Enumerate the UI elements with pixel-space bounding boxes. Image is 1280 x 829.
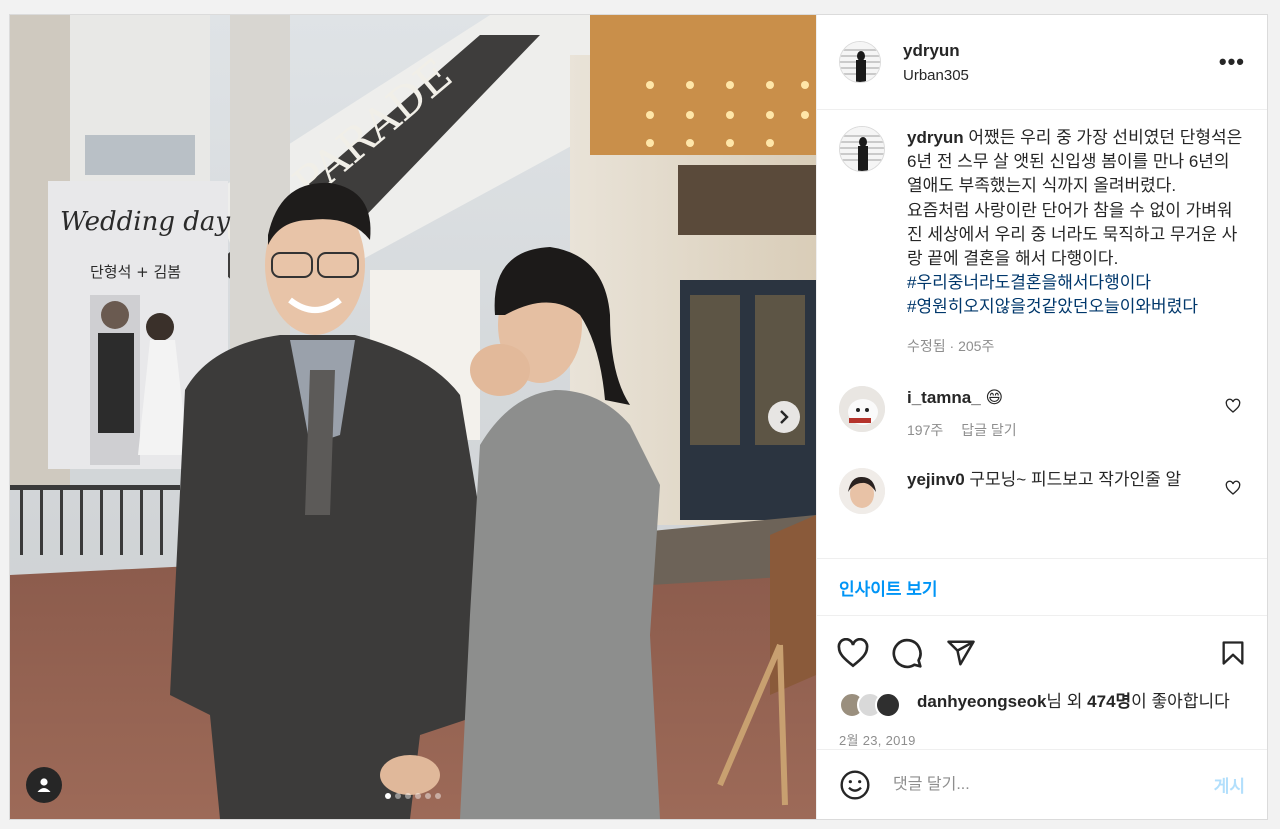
add-comment-bar: 게시 — [817, 749, 1267, 819]
comment-item: yejinv0 구모닝~ 피드보고 작가인줄 알 — [839, 467, 1245, 514]
more-options-button[interactable]: ••• — [1219, 49, 1245, 75]
reply-button[interactable]: 답글 달기 — [961, 420, 1016, 440]
like-comment-heart-icon[interactable] — [1225, 398, 1241, 414]
carousel-dot — [405, 793, 411, 799]
carousel-dot — [435, 793, 441, 799]
banner-title-text: Wedding day — [60, 207, 230, 237]
carousel-dot — [395, 793, 401, 799]
post-photo[interactable]: MA PARADE Wedding day 단형석 + 김봄 — [10, 15, 816, 819]
avatar-image — [839, 467, 885, 514]
post-location[interactable]: Urban305 — [903, 67, 1219, 84]
commenter-avatar[interactable] — [839, 385, 885, 432]
caption-text-2: 요즘처럼 사랑이란 단어가 참을 수 없이 가벼워진 세상에서 우리 중 너라도… — [907, 200, 1238, 269]
post-date: 2월 23, 2019 — [839, 733, 916, 748]
carousel-indicator — [385, 793, 441, 799]
hashtag-link[interactable]: #영원히오지않을것같았던오늘이와버렸다 — [907, 295, 1245, 319]
likes-suffix-2: 이 좋아합니다 — [1131, 692, 1230, 711]
comment-item: i_tamna_ 😄 197주 답글 달기 — [839, 385, 1245, 440]
emoji-icon[interactable] — [839, 769, 871, 801]
liker-username[interactable]: danhyeongseok — [917, 692, 1046, 711]
commenter-avatar[interactable] — [839, 467, 885, 514]
carousel-dot — [415, 793, 421, 799]
liker-avatars[interactable] — [839, 690, 909, 718]
post-modal: MA PARADE Wedding day 단형석 + 김봄 ydryun Ur… — [9, 14, 1268, 820]
comments-clip — [817, 550, 1267, 558]
carousel-dot — [385, 793, 391, 799]
banner-names-text: 단형석 + 김봄 — [90, 263, 181, 281]
author-username[interactable]: ydryun — [903, 41, 1219, 61]
next-slide-button[interactable] — [768, 401, 800, 433]
bookmark-icon[interactable] — [1219, 638, 1247, 668]
comment-age: 197주 — [907, 421, 944, 438]
comment-input[interactable] — [893, 775, 1214, 794]
post-caption: ydryun 어쨌든 우리 중 가장 선비였던 단형석은 6년 전 스무 살 앳… — [839, 126, 1245, 358]
comment-text: 😄 — [985, 387, 1004, 407]
liker-avatar — [875, 692, 901, 718]
post-comment-button[interactable]: 게시 — [1214, 772, 1245, 797]
commenter-username[interactable]: i_tamna_ — [907, 388, 981, 407]
like-comment-heart-icon[interactable] — [1225, 480, 1241, 496]
share-icon[interactable] — [945, 638, 977, 668]
likes-count[interactable]: 474명 — [1087, 692, 1131, 711]
carousel-dot — [425, 793, 431, 799]
user-icon — [37, 778, 51, 792]
heart-icon[interactable] — [837, 638, 869, 668]
comment-text: 구모닝~ 피드보고 작가인줄 알 — [969, 469, 1182, 489]
caption-meta: 수정됨 · 205주 — [907, 337, 995, 354]
comment-icon[interactable] — [891, 637, 923, 669]
caption-username[interactable]: ydryun — [907, 128, 964, 147]
author-avatar[interactable] — [839, 41, 881, 83]
chevron-right-icon — [780, 410, 789, 424]
commenter-username[interactable]: yejinv0 — [907, 470, 965, 489]
insights-row: 인사이트 보기 — [817, 558, 1267, 616]
comments-list[interactable]: ydryun 어쨌든 우리 중 가장 선비였던 단형석은 6년 전 스무 살 앳… — [817, 110, 1267, 558]
avatar-image — [840, 42, 880, 82]
hashtag-link[interactable]: #우리중너라도결혼을해서다행이다 — [907, 271, 1245, 295]
avatar-image — [840, 127, 884, 171]
view-insights-button[interactable]: 인사이트 보기 — [839, 575, 938, 600]
post-side-panel: ydryun Urban305 ••• ydryun 어쨌든 우리 중 가장 선… — [816, 15, 1267, 819]
likes-summary: danhyeongseok님 외 474명이 좋아합니다 — [817, 690, 1267, 718]
caption-avatar[interactable] — [839, 126, 885, 172]
post-actions — [817, 616, 1267, 690]
tagged-users-button[interactable] — [26, 767, 62, 803]
likes-suffix-1: 님 외 — [1046, 692, 1088, 711]
photo-image: MA PARADE Wedding day 단형석 + 김봄 — [10, 15, 816, 819]
avatar-image — [839, 385, 885, 432]
post-header: ydryun Urban305 ••• — [817, 15, 1267, 110]
